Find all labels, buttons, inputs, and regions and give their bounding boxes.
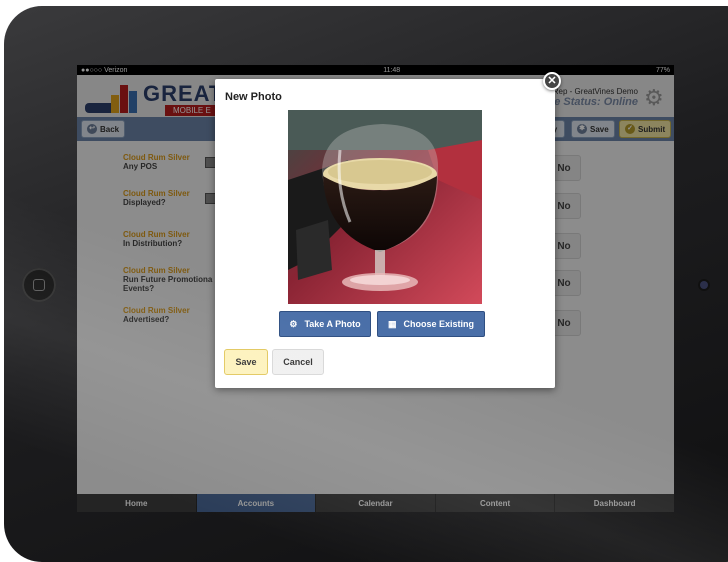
new-photo-dialog: New Photo ✕ ⚙ Take A Photo ▦ Choose Exis… [215,72,561,388]
beer-glass-photo [288,110,482,304]
photo-preview [288,110,482,304]
take-photo-button[interactable]: ⚙ Take A Photo [279,311,371,337]
dialog-title: New Photo [225,91,282,103]
grid-icon: ▦ [387,318,397,329]
camera-icon: ⚙ [289,318,298,329]
choose-existing-button[interactable]: ▦ Choose Existing [377,311,485,337]
front-camera [700,281,708,289]
save-button[interactable]: Save [224,349,268,375]
cancel-button[interactable]: Cancel [272,349,324,375]
choose-existing-label: Choose Existing [403,319,475,329]
close-icon[interactable]: ✕ [543,72,561,90]
home-button[interactable] [22,268,56,302]
take-photo-label: Take A Photo [304,319,361,329]
